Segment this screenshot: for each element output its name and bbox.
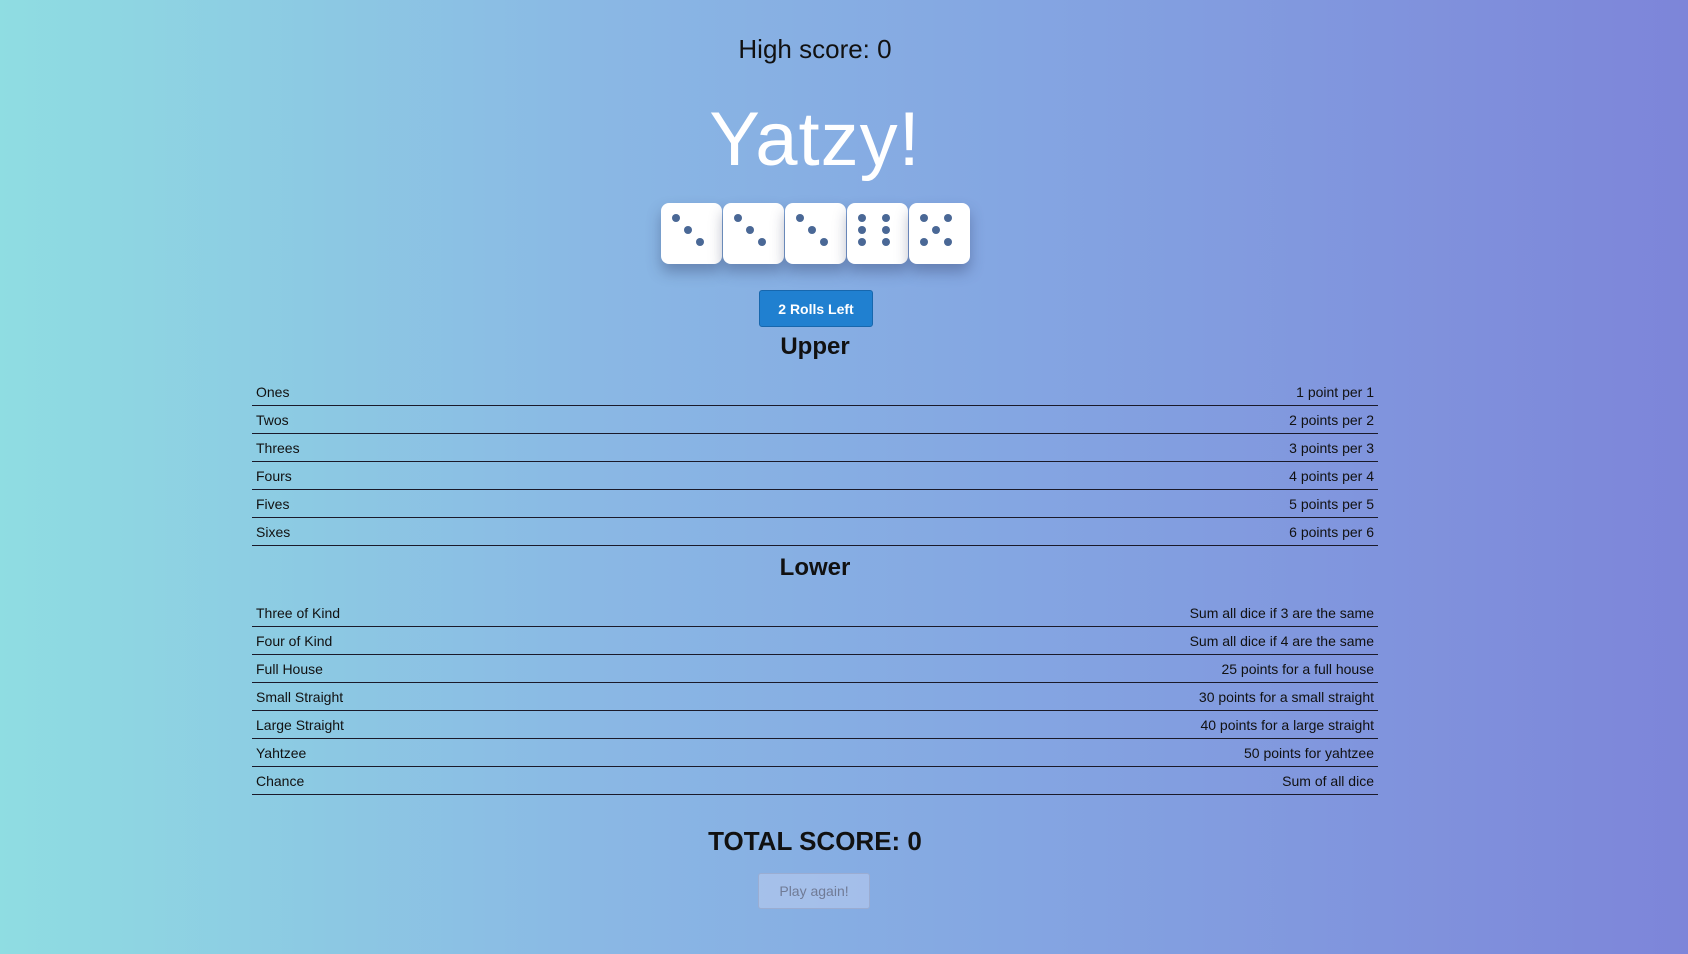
row-name: Four of Kind	[256, 632, 333, 649]
die-pip	[808, 226, 816, 234]
row-description: 3 points per 3	[1289, 439, 1374, 456]
die-4[interactable]	[847, 203, 908, 264]
score-row-ones[interactable]: Ones 1 point per 1	[252, 378, 1378, 406]
score-row-four-of-kind[interactable]: Four of Kind Sum all dice if 4 are the s…	[252, 627, 1378, 655]
die-pip	[932, 226, 940, 234]
lower-section-title: Lower	[779, 554, 851, 581]
score-row-yahtzee[interactable]: Yahtzee 50 points for yahtzee	[252, 739, 1378, 767]
high-score: High score: 0	[738, 34, 892, 64]
row-description: 5 points per 5	[1289, 495, 1374, 512]
row-name: Large Straight	[256, 716, 344, 733]
die-pip	[858, 226, 866, 234]
die-pip	[696, 238, 704, 246]
row-description: 2 points per 2	[1289, 411, 1374, 428]
dice-row	[661, 203, 970, 264]
die-2[interactable]	[723, 203, 784, 264]
die-pip	[746, 226, 754, 234]
die-pip	[882, 214, 890, 222]
roll-button[interactable]: 2 Rolls Left	[759, 290, 873, 327]
die-pip	[734, 214, 742, 222]
row-name: Sixes	[256, 523, 291, 540]
row-name: Three of Kind	[256, 604, 341, 621]
row-name: Chance	[256, 772, 305, 789]
row-description: Sum all dice if 4 are the same	[1189, 632, 1374, 649]
die-pip	[920, 238, 928, 246]
lower-score-table: Three of Kind Sum all dice if 3 are the …	[252, 599, 1378, 795]
die-pip	[882, 226, 890, 234]
die-1[interactable]	[661, 203, 722, 264]
score-row-fives[interactable]: Fives 5 points per 5	[252, 490, 1378, 518]
row-name: Twos	[256, 411, 289, 428]
row-name: Small Straight	[256, 688, 344, 705]
die-pip	[820, 238, 828, 246]
die-pip	[944, 238, 952, 246]
row-description: 30 points for a small straight	[1198, 688, 1374, 705]
score-row-fours[interactable]: Fours 4 points per 4	[252, 462, 1378, 490]
score-row-threes[interactable]: Threes 3 points per 3	[252, 434, 1378, 462]
die-pip	[920, 214, 928, 222]
row-description: 40 points for a large straight	[1200, 716, 1374, 733]
total-score: TOTAL SCORE: 0	[708, 826, 922, 856]
die-pip	[684, 226, 692, 234]
play-again-button[interactable]: Play again!	[758, 873, 870, 909]
die-3[interactable]	[785, 203, 846, 264]
row-name: Threes	[256, 439, 300, 456]
die-5[interactable]	[909, 203, 970, 264]
die-pip	[858, 238, 866, 246]
score-row-three-of-kind[interactable]: Three of Kind Sum all dice if 3 are the …	[252, 599, 1378, 627]
upper-section-title: Upper	[780, 333, 850, 360]
page-title: Yatzy!	[709, 97, 921, 182]
die-pip	[758, 238, 766, 246]
row-name: Yahtzee	[256, 744, 307, 761]
row-name: Ones	[256, 383, 290, 400]
row-description: 6 points per 6	[1289, 523, 1374, 540]
row-description: Sum all dice if 3 are the same	[1189, 604, 1374, 621]
die-pip	[672, 214, 680, 222]
row-description: 50 points for yahtzee	[1244, 744, 1374, 761]
row-description: 1 point per 1	[1296, 383, 1374, 400]
row-name: Fives	[256, 495, 290, 512]
score-row-full-house[interactable]: Full House 25 points for a full house	[252, 655, 1378, 683]
row-description: 25 points for a full house	[1221, 660, 1374, 677]
score-row-twos[interactable]: Twos 2 points per 2	[252, 406, 1378, 434]
die-pip	[858, 214, 866, 222]
row-description: 4 points per 4	[1289, 467, 1374, 484]
score-row-large-straight[interactable]: Large Straight 40 points for a large str…	[252, 711, 1378, 739]
score-row-sixes[interactable]: Sixes 6 points per 6	[252, 518, 1378, 546]
die-pip	[882, 238, 890, 246]
row-name: Fours	[256, 467, 292, 484]
score-row-small-straight[interactable]: Small Straight 30 points for a small str…	[252, 683, 1378, 711]
upper-score-table: Ones 1 point per 1 Twos 2 points per 2 T…	[252, 378, 1378, 546]
row-description: Sum of all dice	[1282, 772, 1374, 789]
die-pip	[796, 214, 804, 222]
row-name: Full House	[256, 660, 323, 677]
die-pip	[944, 214, 952, 222]
score-row-chance[interactable]: Chance Sum of all dice	[252, 767, 1378, 795]
